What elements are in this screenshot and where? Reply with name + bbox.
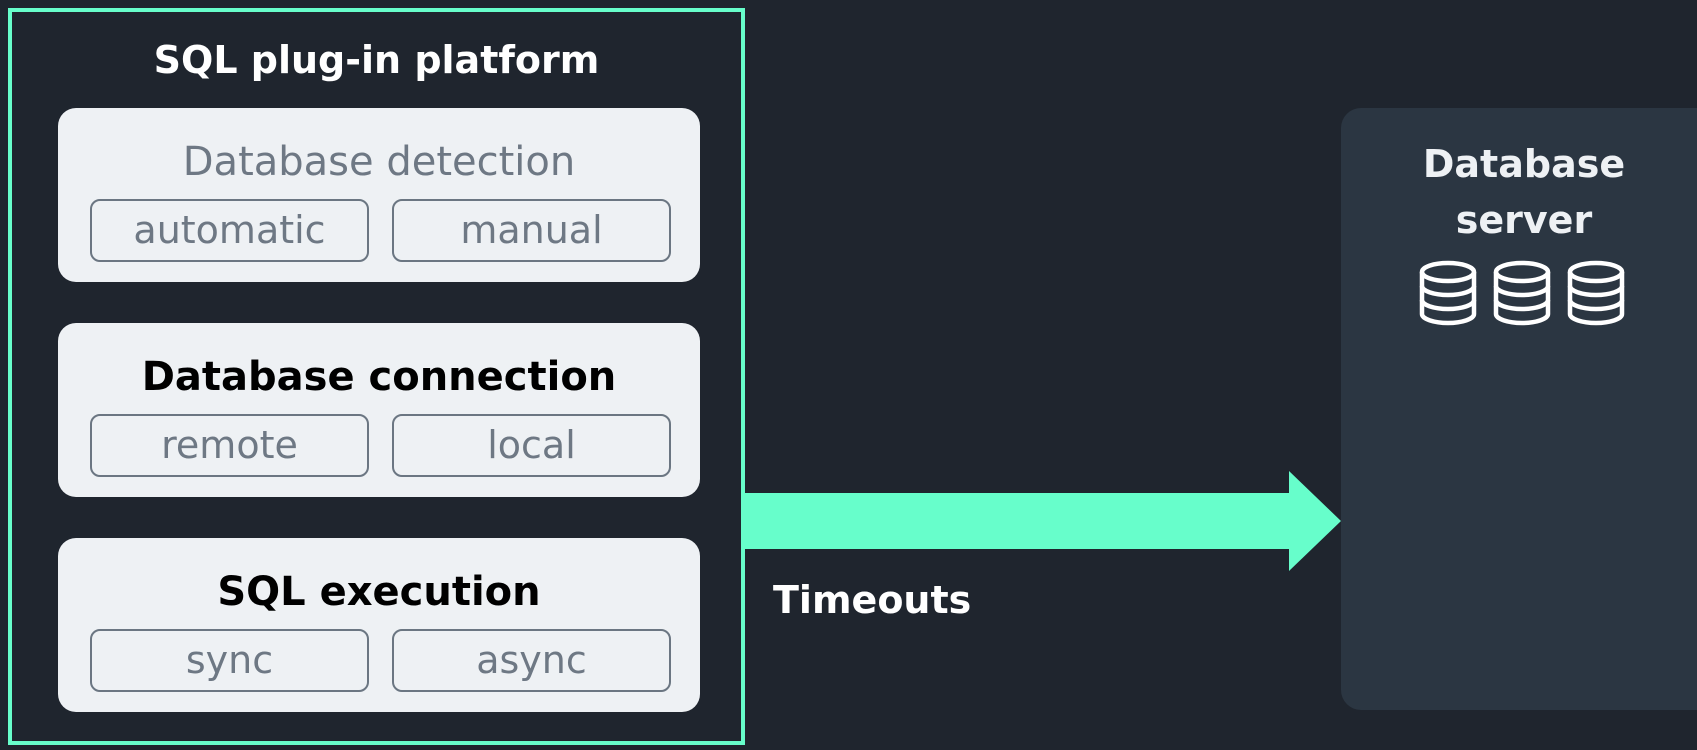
server-title-line-1: Database: [1422, 142, 1626, 186]
database-icon: [1419, 260, 1477, 326]
sync-option: sync: [90, 629, 369, 692]
platform-title: SQL plug-in platform: [153, 38, 600, 82]
sql-execution-card: SQL execution sync async: [58, 538, 700, 712]
database-server-panel: Database server: [1341, 108, 1697, 710]
async-option: async: [392, 629, 671, 692]
database-icon: [1493, 260, 1551, 326]
timeouts-label: Timeouts: [773, 578, 972, 622]
automatic-option: automatic: [90, 199, 369, 262]
database-detection-card: Database detection automatic manual: [58, 108, 700, 282]
database-icon: [1567, 260, 1625, 326]
manual-option: manual: [392, 199, 671, 262]
database-icons: [1419, 260, 1625, 326]
server-title-line-2: server: [1455, 198, 1593, 242]
sql-plugin-platform-box: SQL plug-in platform Database detection …: [8, 8, 745, 745]
remote-option: remote: [90, 414, 369, 477]
sql-execution-title: SQL execution: [217, 569, 541, 615]
server-title: Database server: [1341, 136, 1697, 248]
database-connection-card: Database connection remote local: [58, 323, 700, 497]
local-option: local: [392, 414, 671, 477]
database-connection-title: Database connection: [141, 354, 617, 400]
database-detection-title: Database detection: [182, 139, 576, 185]
timeouts-arrow: [745, 471, 1341, 571]
arrow-shape: [745, 471, 1341, 571]
